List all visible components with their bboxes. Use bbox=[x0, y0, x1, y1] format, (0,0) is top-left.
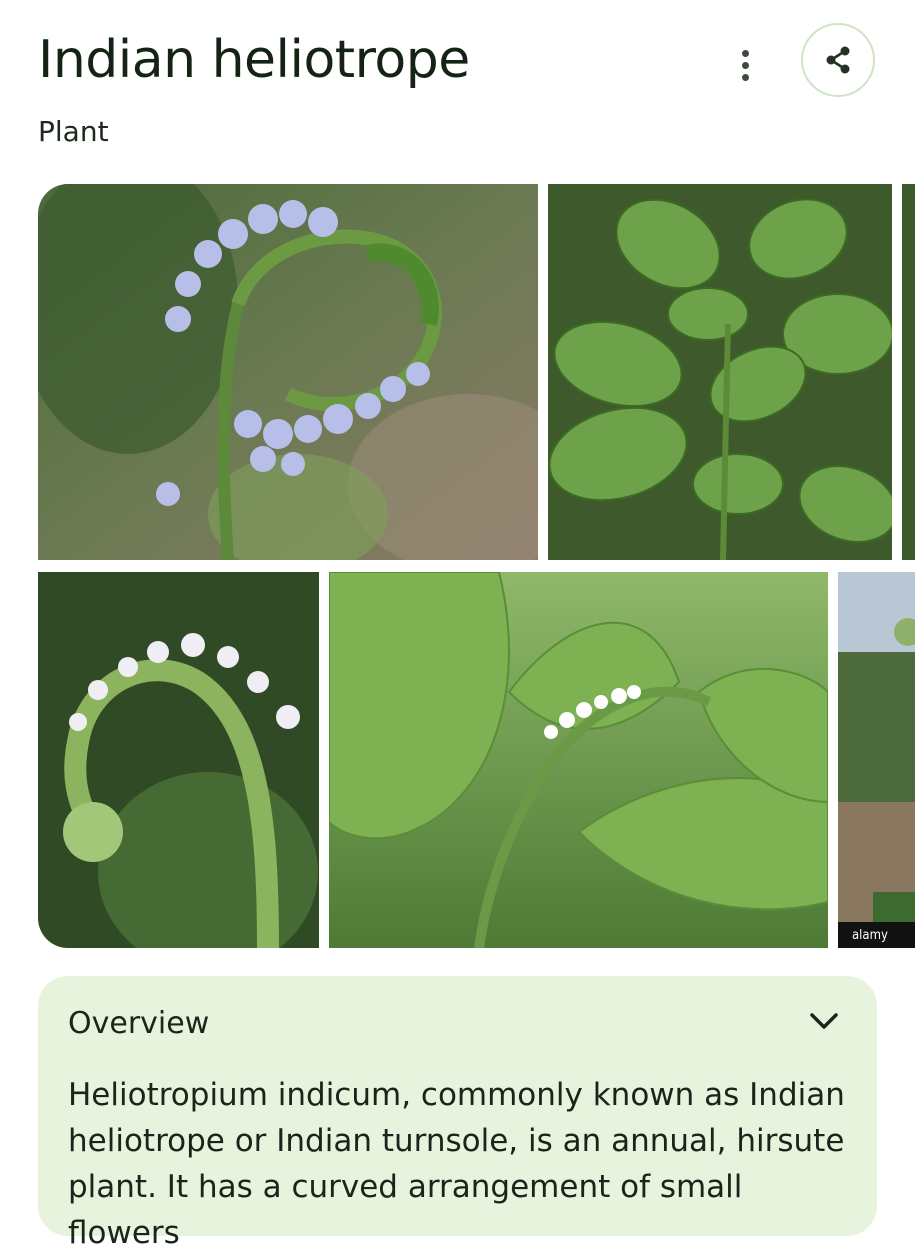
more-vertical-icon-dot bbox=[741, 61, 749, 69]
gallery-image-2[interactable] bbox=[548, 184, 892, 560]
page-title: Indian heliotrope bbox=[38, 30, 470, 90]
overview-card[interactable]: Overview Heliotropium indicum, commonly … bbox=[38, 976, 877, 1251]
image-gallery[interactable]: alamy bbox=[38, 184, 915, 948]
chevron-down-icon[interactable] bbox=[808, 1010, 840, 1032]
watermark-label: alamy bbox=[838, 922, 915, 948]
overview-heading: Overview bbox=[68, 1006, 210, 1041]
share-icon bbox=[826, 46, 850, 74]
more-vertical-icon-dot bbox=[741, 73, 749, 81]
gallery-image-partial-1[interactable] bbox=[902, 184, 915, 560]
entity-type: Plant bbox=[38, 115, 109, 148]
more-vertical-icon bbox=[741, 49, 749, 57]
gallery-image-5[interactable] bbox=[838, 572, 915, 948]
share-button[interactable] bbox=[801, 23, 875, 97]
more-options-button[interactable] bbox=[724, 42, 766, 88]
knowledge-panel-header: Indian heliotrope Plant bbox=[0, 0, 915, 170]
overview-text: Heliotropium indicum, commonly known as … bbox=[68, 1077, 845, 1251]
gallery-image-3[interactable] bbox=[38, 572, 319, 948]
gallery-image-1[interactable] bbox=[38, 184, 538, 560]
gallery-image-4[interactable] bbox=[329, 572, 828, 948]
